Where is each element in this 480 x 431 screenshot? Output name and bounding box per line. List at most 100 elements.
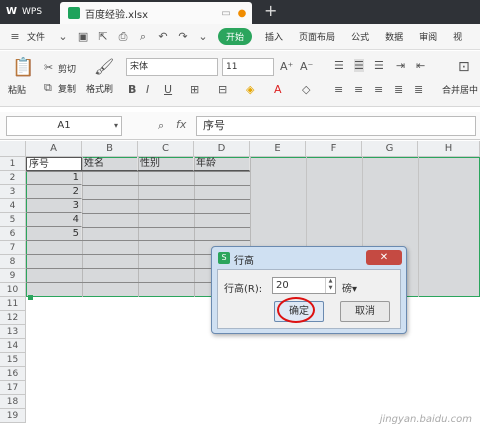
column-header[interactable]: C [138, 141, 194, 157]
undo-icon[interactable]: ↶ [156, 30, 170, 44]
italic-icon[interactable]: I [146, 83, 149, 96]
column-header[interactable]: D [194, 141, 250, 157]
border-icon[interactable]: ⊞ [190, 83, 199, 96]
align-right-icon[interactable]: ≡ [374, 83, 383, 96]
tab-data[interactable]: 数据 [385, 30, 403, 43]
column-header[interactable]: E [250, 141, 306, 157]
tab-review[interactable]: 审阅 [419, 30, 437, 43]
fill-color-icon[interactable]: ◈ [246, 83, 254, 96]
unit-select[interactable]: 磅▾ [342, 280, 357, 295]
fill-handle[interactable] [28, 295, 33, 300]
row-header[interactable]: 12 [0, 311, 26, 325]
merge-center-icon[interactable]: ⊡ [458, 59, 470, 75]
merge-center-button[interactable]: 合并居中 [442, 83, 478, 96]
column-header[interactable]: F [306, 141, 362, 157]
row-header[interactable]: 10 [0, 283, 26, 297]
export-icon[interactable]: ⇱ [96, 30, 110, 44]
row-height-input[interactable]: 20 ▲ ▼ [272, 277, 336, 294]
paste-icon[interactable]: 📋 [12, 57, 34, 78]
ok-button[interactable]: 确定 [274, 301, 324, 322]
row-header[interactable]: 16 [0, 367, 26, 381]
row-header[interactable]: 18 [0, 395, 26, 409]
chevron-down-icon[interactable]: ⌄ [196, 30, 210, 44]
cell-b1[interactable]: 姓名 [82, 157, 138, 171]
cell-a2[interactable]: 1 [26, 171, 82, 185]
tab-insert[interactable]: 插入 [265, 30, 283, 43]
chevron-down-icon[interactable]: ⌄ [56, 30, 70, 44]
decrease-font-icon[interactable]: A⁻ [300, 60, 313, 73]
hamburger-icon[interactable]: ≡ [8, 30, 22, 44]
copy-button[interactable]: 复制 [58, 82, 76, 95]
align-center-icon[interactable]: ≡ [354, 83, 363, 96]
cancel-button[interactable]: 取消 [340, 301, 390, 322]
cell-a5[interactable]: 4 [26, 213, 82, 227]
copy-icon[interactable]: ⧉ [44, 81, 52, 95]
row-header[interactable]: 3 [0, 185, 26, 199]
tab-formulas[interactable]: 公式 [351, 30, 369, 43]
tab-view[interactable]: 视 [453, 30, 462, 43]
font-size-select[interactable]: 11 [222, 58, 274, 76]
spinner-icon[interactable]: ▲ ▼ [325, 278, 335, 293]
distribute-icon[interactable]: ≣ [414, 83, 423, 96]
brush-icon[interactable]: 🖌 [94, 57, 114, 76]
clear-format-icon[interactable]: ◇ [302, 83, 310, 96]
tab-home[interactable]: 开始 [218, 28, 253, 45]
align-top-icon[interactable]: ☰ [334, 59, 344, 72]
save-icon[interactable]: ▣ [76, 30, 90, 44]
row-header[interactable]: 1 [0, 157, 26, 171]
print-preview-icon[interactable]: ⌕ [136, 30, 150, 44]
align-middle-icon[interactable]: ☰ [354, 59, 364, 72]
new-tab-icon[interactable]: + [264, 1, 277, 20]
name-box[interactable]: A1 [6, 116, 122, 136]
redo-icon[interactable]: ↷ [176, 30, 190, 44]
row-header[interactable]: 14 [0, 339, 26, 353]
cell-a6[interactable]: 5 [26, 227, 82, 241]
row-header[interactable]: 8 [0, 255, 26, 269]
file-tab[interactable]: 百度经验.xlsx ▭ ● [60, 2, 252, 24]
row-header[interactable]: 19 [0, 409, 26, 423]
row-header[interactable]: 2 [0, 171, 26, 185]
merge-cells-icon[interactable]: ⊟ [218, 83, 227, 96]
bold-icon[interactable]: B [128, 83, 136, 96]
row-header[interactable]: 9 [0, 269, 26, 283]
row-header[interactable]: 5 [0, 213, 26, 227]
chevron-down-icon[interactable]: ▾ [114, 121, 118, 130]
cell-d1[interactable]: 年龄 [194, 157, 250, 171]
row-header[interactable]: 15 [0, 353, 26, 367]
row-header[interactable]: 7 [0, 241, 26, 255]
format-painter-button[interactable]: 格式刷 [86, 82, 113, 95]
cell-c1[interactable]: 性别 [138, 157, 194, 171]
row-header[interactable]: 13 [0, 325, 26, 339]
paste-button[interactable]: 粘贴 [8, 83, 26, 96]
cell-a3[interactable]: 2 [26, 185, 82, 199]
scissors-icon[interactable]: ✂ [44, 61, 53, 74]
font-color-icon[interactable]: A [274, 83, 282, 96]
select-all-corner[interactable] [0, 141, 26, 157]
unsaved-dot-icon[interactable]: ● [236, 8, 248, 20]
fx-icon[interactable]: fx [176, 118, 186, 131]
column-header[interactable]: H [418, 141, 480, 157]
align-left-icon[interactable]: ≡ [334, 83, 343, 96]
file-menu[interactable]: 文件 [27, 30, 45, 43]
cell-a4[interactable]: 3 [26, 199, 82, 213]
underline-icon[interactable]: U [164, 83, 172, 96]
row-header[interactable]: 4 [0, 199, 26, 213]
align-bottom-icon[interactable]: ☰ [374, 59, 384, 72]
wps-app-tab[interactable]: W WPS [0, 0, 58, 24]
increase-font-icon[interactable]: A⁺ [280, 60, 293, 73]
tab-page-layout[interactable]: 页面布局 [299, 30, 335, 43]
justify-icon[interactable]: ≣ [394, 83, 403, 96]
formula-input[interactable]: 序号 [196, 116, 476, 136]
cut-button[interactable]: 剪切 [58, 62, 76, 75]
row-header[interactable]: 17 [0, 381, 26, 395]
row-header[interactable]: 11 [0, 297, 26, 311]
outdent-icon[interactable]: ⇤ [416, 59, 425, 72]
indent-icon[interactable]: ⇥ [396, 59, 405, 72]
font-name-select[interactable]: 宋体 [126, 58, 218, 76]
column-header[interactable]: B [82, 141, 138, 157]
close-icon[interactable]: ✕ [366, 250, 402, 265]
print-icon[interactable]: ⎙ [116, 30, 130, 44]
column-header[interactable]: A [26, 141, 82, 157]
row-header[interactable]: 6 [0, 227, 26, 241]
column-header[interactable]: G [362, 141, 418, 157]
